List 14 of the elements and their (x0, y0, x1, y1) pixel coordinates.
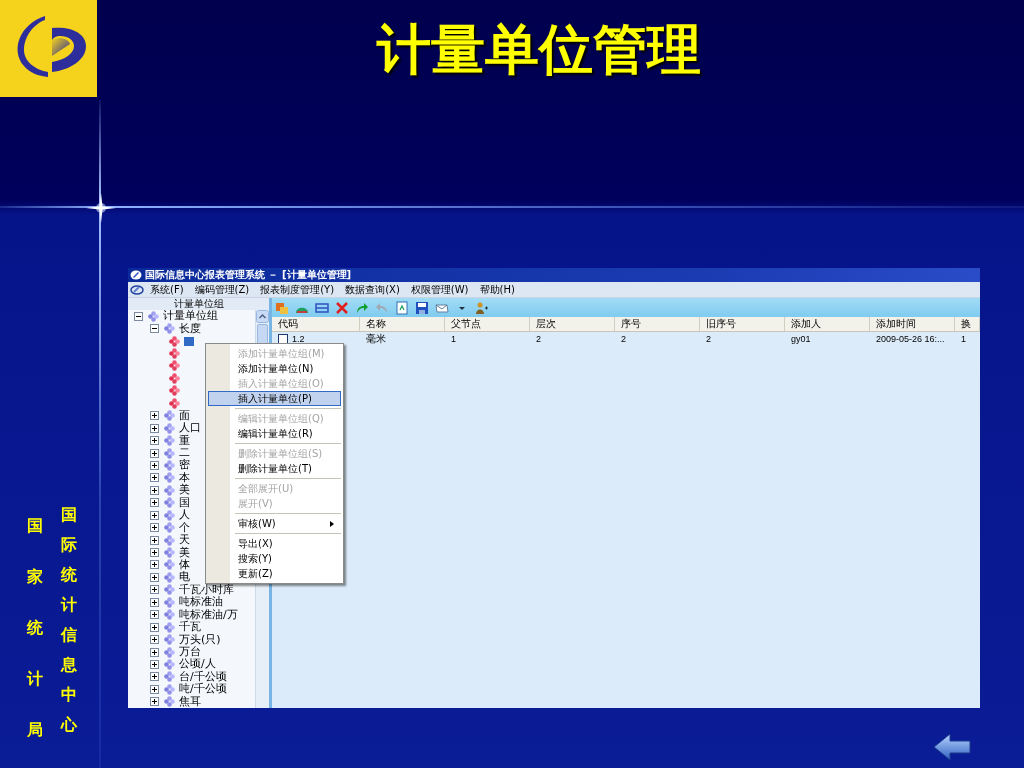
table-cell-text: 2009-05-26 16:... (875, 333, 946, 346)
table-cell-text: 2 (620, 333, 627, 346)
table-cell-text: gy01 (790, 333, 812, 346)
slide-title: 计量单位管理 (375, 17, 702, 83)
table-cell-text: 1 (450, 333, 457, 346)
table-cell-text: 1 (960, 333, 967, 346)
table-cell-text: 2 (705, 333, 712, 346)
table-cell-text: 毫米 (365, 332, 387, 346)
organization-name: 国家统计局 (27, 515, 43, 741)
table-cell-text: 2 (535, 333, 542, 346)
window-title: 国际信息中心报表管理系统 － [计量单位管理] (145, 268, 352, 282)
table-cell-text: 1.2 (292, 333, 305, 346)
organization-name: 国际统计信息中心 (61, 504, 77, 736)
panel-header: 计量单位组 (128, 298, 269, 310)
